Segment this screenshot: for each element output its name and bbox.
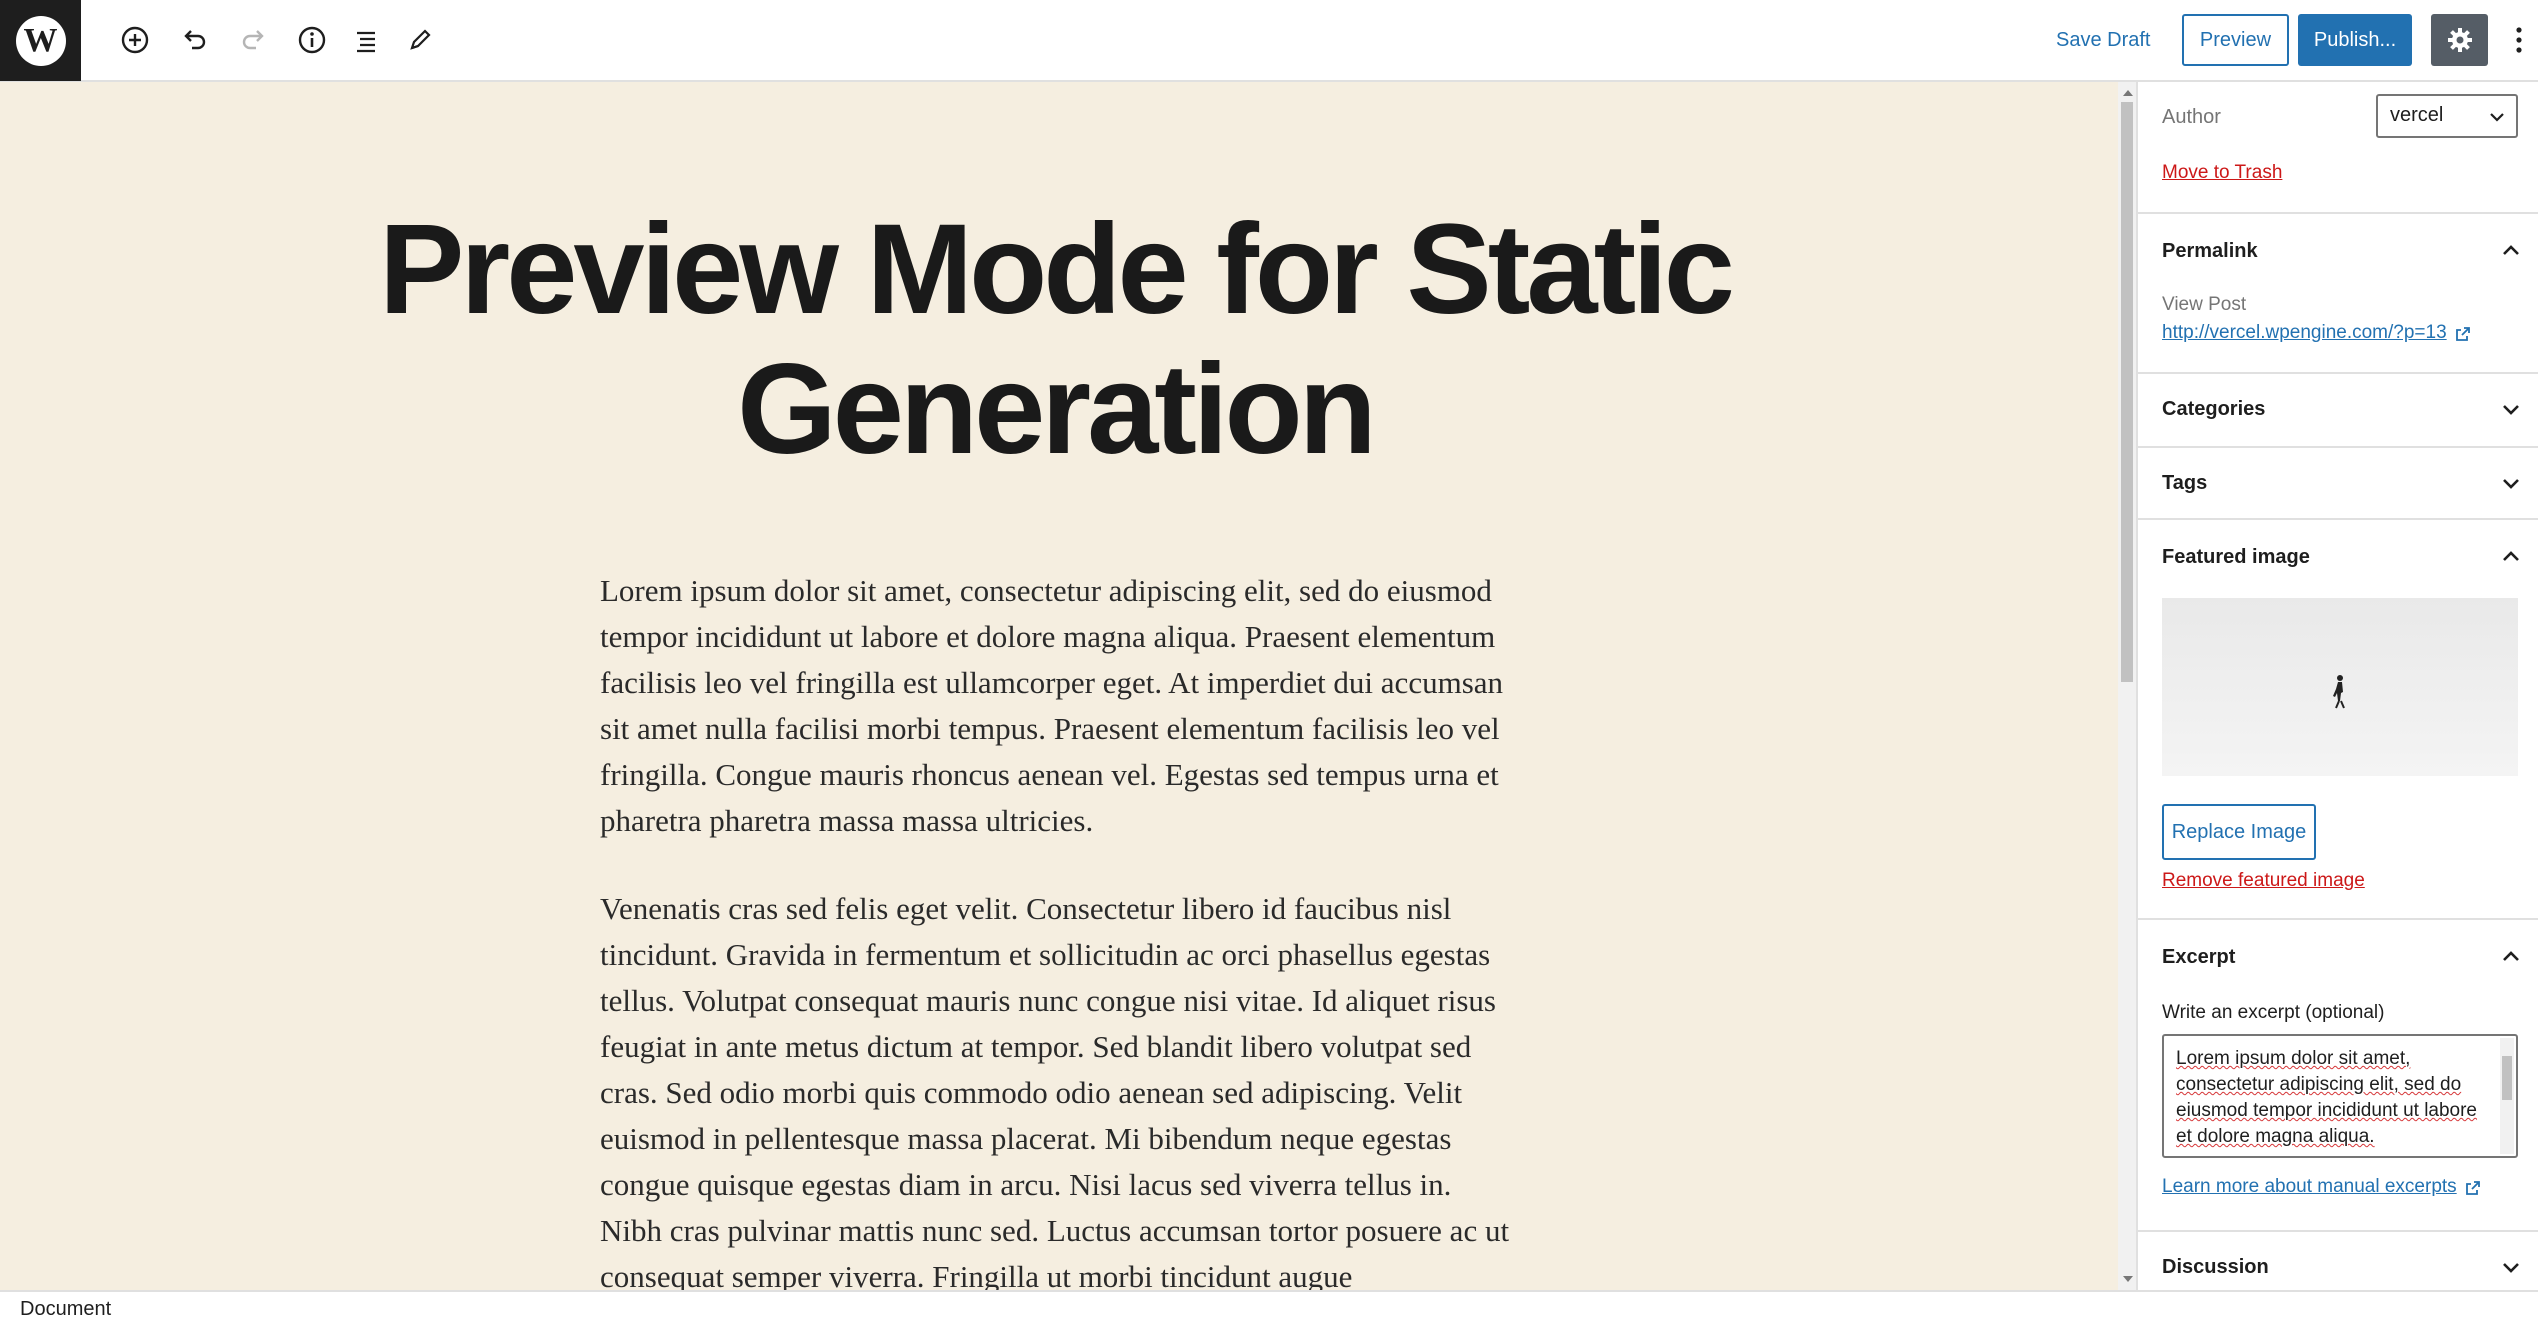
add-block-icon[interactable] <box>115 20 155 60</box>
chevron-down-icon[interactable] <box>2500 398 2522 420</box>
move-to-trash-link[interactable]: Move to Trash <box>2162 162 2282 184</box>
view-post-label: View Post <box>2162 294 2247 315</box>
author-select-value: vercel <box>2390 104 2444 126</box>
save-draft-button[interactable]: Save Draft <box>2040 14 2166 66</box>
paragraph-block[interactable]: Venenatis cras sed felis eget velit. Con… <box>600 886 1520 1290</box>
editor-scrollbar[interactable] <box>2118 82 2136 1290</box>
chevron-down-icon <box>2490 113 2504 122</box>
scrollbar-thumb[interactable] <box>2121 102 2133 682</box>
excerpt-heading[interactable]: Excerpt <box>2162 946 2235 969</box>
scroll-up-arrow[interactable] <box>2123 90 2133 96</box>
categories-heading[interactable]: Categories <box>2162 398 2265 421</box>
walking-person-image <box>2162 598 2518 776</box>
more-options-button[interactable] <box>2500 14 2538 66</box>
wordpress-logo-icon: W <box>15 15 66 66</box>
breadcrumb-document[interactable]: Document <box>20 1298 111 1321</box>
author-label: Author <box>2162 106 2221 128</box>
preview-button[interactable]: Preview <box>2182 14 2289 66</box>
chevron-up-icon[interactable] <box>2500 946 2522 968</box>
discussion-heading[interactable]: Discussion <box>2162 1256 2269 1279</box>
author-select[interactable]: vercel <box>2376 94 2518 138</box>
permalink-url-link[interactable]: http://vercel.wpengine.com/?p=13 <box>2162 322 2447 343</box>
chevron-down-icon[interactable] <box>2500 472 2522 494</box>
chevron-up-icon[interactable] <box>2500 240 2522 262</box>
excerpt-label: Write an excerpt (optional) <box>2162 1002 2385 1023</box>
permalink-heading[interactable]: Permalink <box>2162 240 2258 263</box>
post-title[interactable]: Preview Mode for Static Generation <box>160 200 1950 480</box>
info-icon[interactable] <box>292 20 332 60</box>
discussion-panel[interactable]: Discussion <box>2138 1232 2538 1290</box>
chevron-up-icon[interactable] <box>2500 546 2522 568</box>
permalink-panel: Permalink View Post http://vercel.wpengi… <box>2138 214 2538 374</box>
external-link-icon <box>2456 326 2471 341</box>
settings-sidebar: Author vercel Move to Trash Permalink Vi… <box>2136 82 2538 1290</box>
featured-image-heading[interactable]: Featured image <box>2162 546 2310 569</box>
excerpt-scrollbar[interactable] <box>2500 1038 2514 1154</box>
excerpt-text: Lorem ipsum dolor sit amet, consectetur … <box>2176 1048 2478 1147</box>
list-view-icon[interactable] <box>346 20 386 60</box>
redo-icon[interactable] <box>234 20 274 60</box>
excerpt-textarea[interactable]: Lorem ipsum dolor sit amet, consectetur … <box>2162 1034 2518 1158</box>
gear-icon <box>2447 28 2472 52</box>
settings-button[interactable] <box>2431 14 2488 66</box>
tags-heading[interactable]: Tags <box>2162 472 2207 495</box>
external-link-icon <box>2466 1180 2481 1195</box>
chevron-down-icon[interactable] <box>2500 1256 2522 1278</box>
learn-more-excerpts-link[interactable]: Learn more about manual excerpts <box>2162 1176 2457 1197</box>
replace-image-button[interactable]: Replace Image <box>2162 804 2316 860</box>
post-status-panel: Author vercel Move to Trash <box>2138 82 2538 214</box>
remove-featured-image-link[interactable]: Remove featured image <box>2162 870 2365 892</box>
wordpress-logo-button[interactable]: W <box>0 0 81 81</box>
editor-toolbar: W Save Draft Preview Publish... <box>0 0 2538 82</box>
featured-image-panel: Featured image Replace Image Remove feat… <box>2138 520 2538 920</box>
editor-canvas[interactable]: Preview Mode for Static Generation Lorem… <box>0 82 2118 1290</box>
undo-icon[interactable] <box>174 20 214 60</box>
more-vertical-icon <box>2516 27 2522 53</box>
tags-panel[interactable]: Tags <box>2138 448 2538 520</box>
block-breadcrumb-bar: Document <box>0 1290 2538 1325</box>
scroll-down-arrow[interactable] <box>2123 1276 2133 1282</box>
categories-panel[interactable]: Categories <box>2138 374 2538 448</box>
edit-tool-icon[interactable] <box>400 20 440 60</box>
featured-image-thumbnail[interactable] <box>2162 598 2518 776</box>
publish-button[interactable]: Publish... <box>2298 14 2412 66</box>
paragraph-block[interactable]: Lorem ipsum dolor sit amet, consectetur … <box>600 568 1520 844</box>
excerpt-panel: Excerpt Write an excerpt (optional) Lore… <box>2138 920 2538 1232</box>
